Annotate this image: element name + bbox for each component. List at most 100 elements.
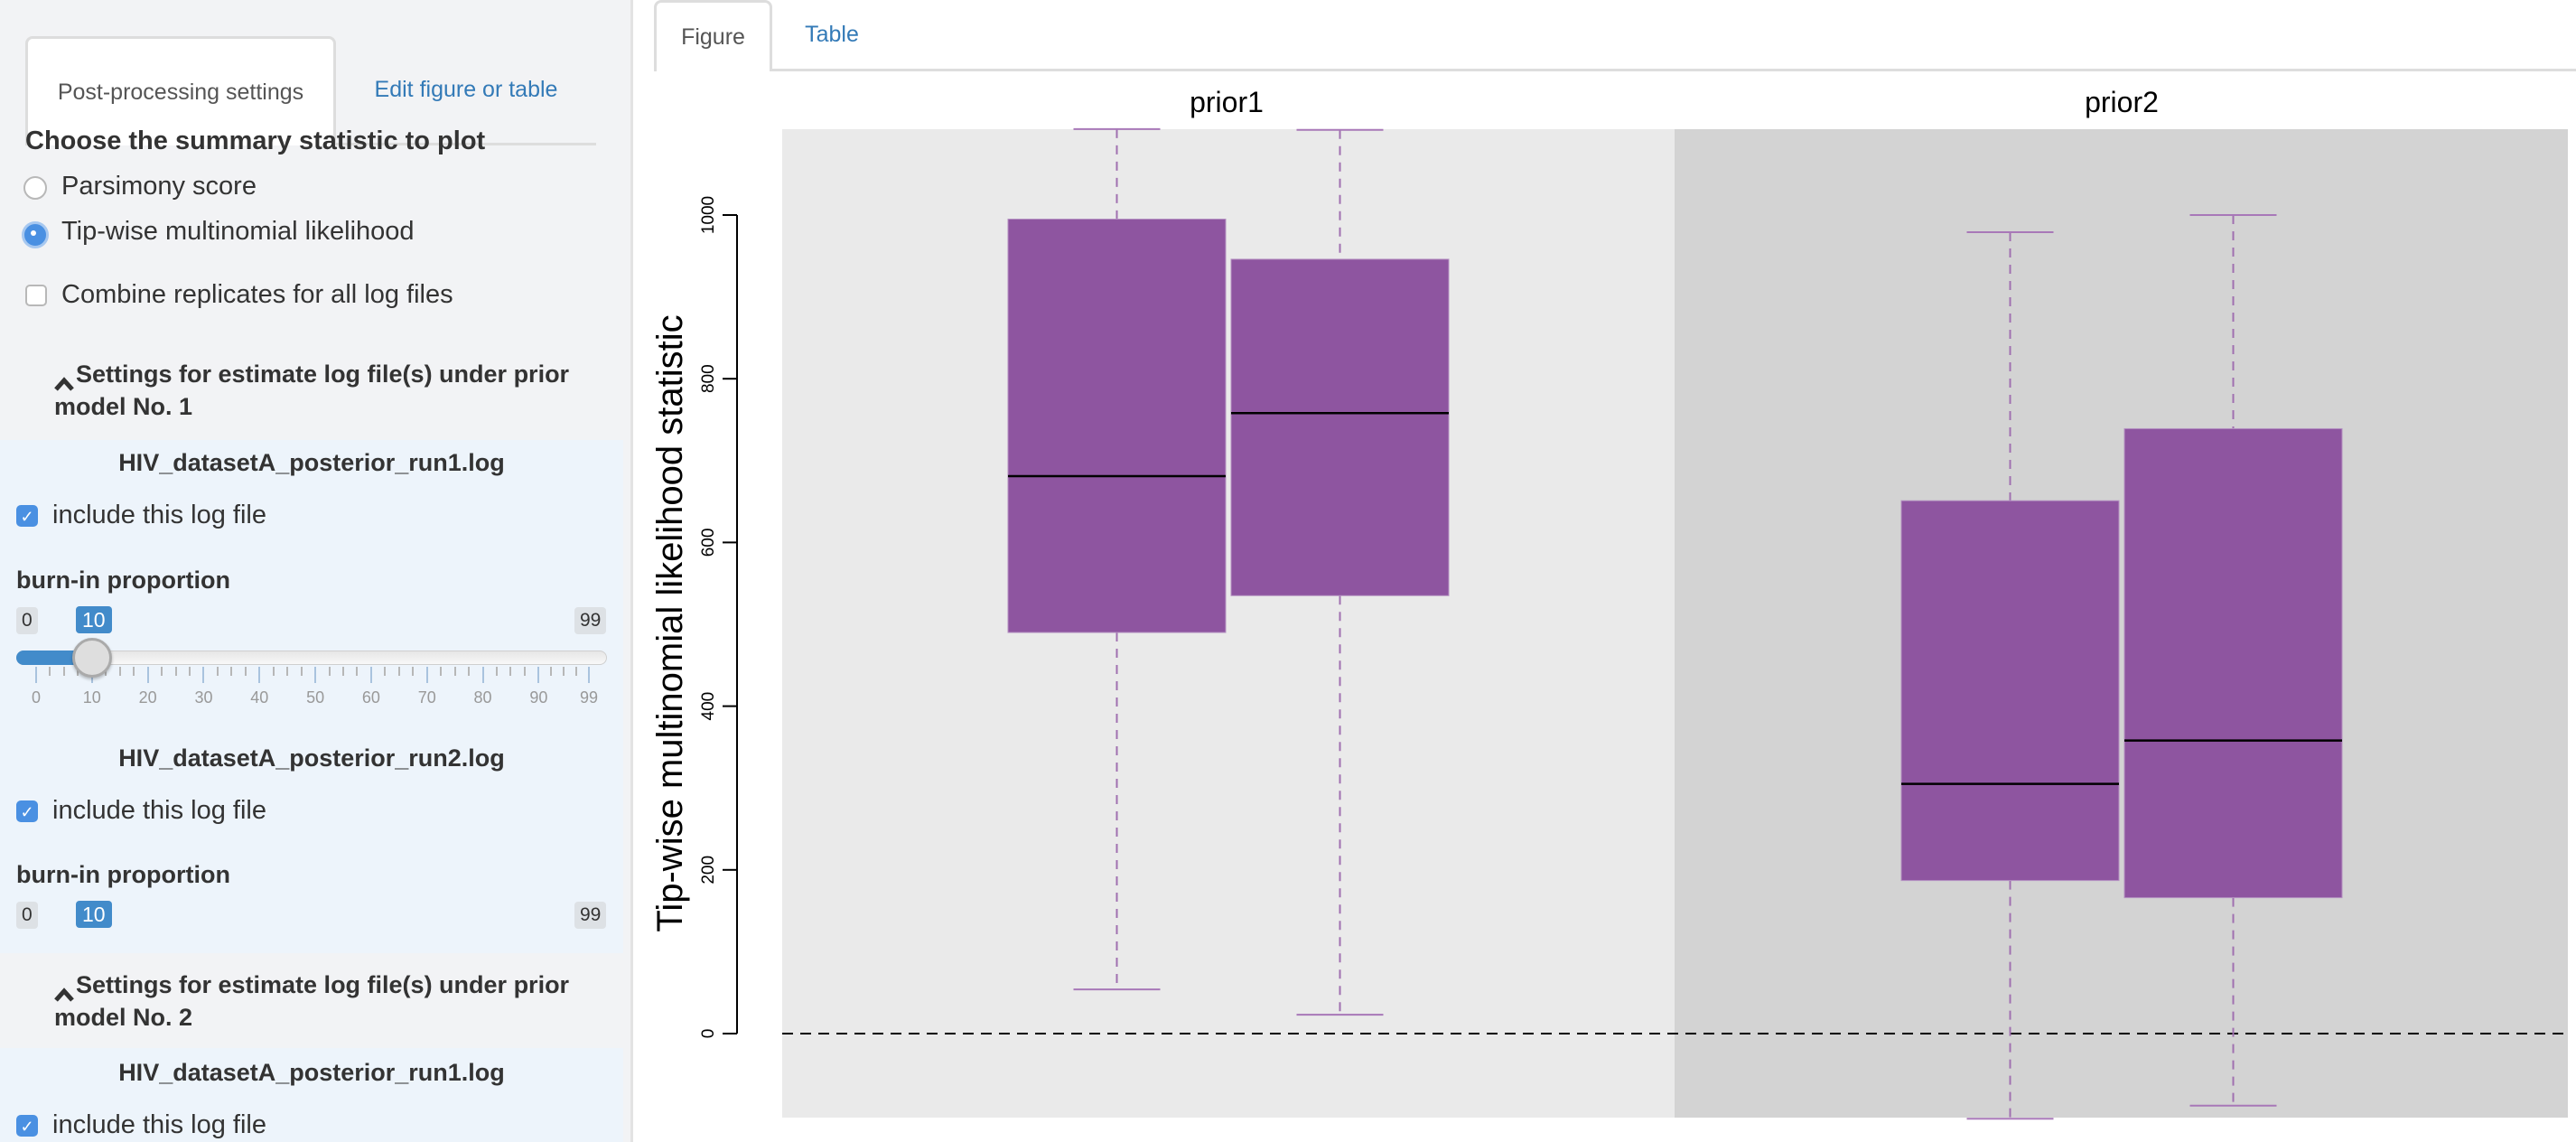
slider-grid-label: 90	[529, 688, 548, 707]
slider-value-label[interactable]: 10	[76, 901, 112, 928]
combine-replicates-checkbox[interactable]	[25, 285, 47, 306]
y-axis-label: Tip-wise multinomial likelihood statisti…	[650, 314, 690, 931]
box-iqr	[1230, 258, 1450, 596]
prior2-header-line1: Settings for estimate log file(s) under …	[76, 971, 570, 998]
slider-grid-label: 30	[194, 688, 213, 707]
slider-grid-label: 50	[306, 688, 325, 707]
slider-grid-minor-tick	[412, 667, 415, 676]
slider-grid-minor-tick	[440, 667, 443, 676]
slider-grid-tick	[481, 667, 484, 683]
slider-grid-minor-tick	[397, 667, 400, 676]
prior2-header-line2: model No. 2	[54, 1004, 193, 1031]
box-iqr	[1007, 219, 1227, 633]
slider-grid-minor-tick	[133, 667, 135, 676]
chevron-up-icon	[54, 368, 74, 391]
slider-grid-label: 0	[31, 688, 42, 707]
slider-grid-minor-tick	[342, 667, 344, 676]
slider-grid-tick	[35, 667, 37, 683]
slider-grid-minor-tick	[216, 667, 219, 676]
slider-grid-label: 10	[82, 688, 101, 707]
y-axis-tick-label: 200	[699, 856, 718, 885]
slider-grid-minor-tick	[496, 667, 498, 676]
log-filename: HIV_datasetA_posterior_run2.log	[118, 744, 505, 772]
y-axis-tick-label: 1000	[699, 196, 718, 234]
panel-background	[1675, 129, 2568, 1118]
slider-grid-tick	[146, 667, 149, 683]
slider-grid-minor-tick	[189, 667, 191, 676]
box-iqr	[2123, 427, 2343, 899]
slider-grid-tick	[314, 667, 317, 683]
y-axis-tick-label: 400	[699, 692, 718, 721]
slider-grid-label: 40	[250, 688, 269, 707]
slider-grid-label: 80	[473, 688, 492, 707]
burn-in-slider-handle[interactable]	[71, 638, 112, 678]
include-log-file-label: include this log file	[52, 796, 266, 825]
slider-grid-tick	[537, 667, 540, 683]
burn-in-label: burn-in proportion	[16, 566, 230, 594]
prior2-section-header[interactable]: Settings for estimate log file(s) under …	[54, 969, 569, 1034]
slider-grid-label: 60	[361, 688, 380, 707]
radio-label-tip-wise-multinomial-likelihood: Tip-wise multinomial likelihood	[61, 217, 415, 246]
slider-grid-minor-tick	[118, 667, 121, 676]
slider-grid-minor-tick	[509, 667, 512, 676]
panel-title: prior1	[1190, 86, 1264, 118]
include-log-file-label: include this log file	[52, 1110, 266, 1139]
slider-grid-minor-tick	[575, 667, 578, 676]
slider-grid-label: 20	[138, 688, 157, 707]
radio-parsimony-score[interactable]	[23, 176, 47, 200]
slider-grid-minor-tick	[230, 667, 233, 676]
slider-grid-minor-tick	[468, 667, 471, 676]
include-log-file-checkbox[interactable]: ✓	[16, 800, 38, 822]
slider-max-label: 99	[574, 902, 607, 929]
slider-grid-minor-tick	[174, 667, 177, 676]
boxplot-chart: prior1 prior2 0 200 400 600 800 1000 Tip-wise mu…	[650, 86, 2568, 1120]
box-iqr	[1900, 500, 2120, 882]
y-axis-tick-label: 600	[699, 529, 718, 557]
slider-grid-minor-tick	[286, 667, 289, 676]
tab-label: Edit figure or table	[374, 76, 558, 102]
y-axis-tick-label: 0	[699, 1029, 718, 1039]
slider-min-label: 0	[16, 902, 38, 929]
sidebar: Post-processing settings Edit figure or …	[0, 0, 633, 1142]
main-panel: Figure Table prior1 prior2 0 200 400 600 800 10…	[633, 0, 2576, 1142]
slider-grid-minor-tick	[300, 667, 303, 676]
prior1-section-header[interactable]: Settings for estimate log file(s) under …	[54, 358, 569, 423]
slider-grid-minor-tick	[272, 667, 275, 676]
include-log-file-label: include this log file	[52, 501, 266, 529]
y-axis-tick-label: 800	[699, 364, 718, 393]
slider-max-label: 99	[574, 607, 607, 634]
radio-label-parsimony-score: Parsimony score	[61, 172, 257, 201]
slider-grid-minor-tick	[244, 667, 247, 676]
slider-grid-tick	[369, 667, 372, 683]
slider-grid-minor-tick	[161, 667, 163, 676]
slider-grid-minor-tick	[356, 667, 359, 676]
tab-label: Post-processing settings	[57, 79, 304, 105]
slider-min-label: 0	[16, 607, 38, 634]
burn-in-label: burn-in proportion	[16, 861, 230, 888]
statistic-heading: Choose the summary statistic to plot	[25, 126, 486, 155]
panel-background	[782, 129, 1675, 1118]
slider-grid-minor-tick	[550, 667, 553, 676]
slider-grid-label: 70	[417, 688, 436, 707]
slider-value-label: 10	[76, 606, 112, 633]
slider-grid-tick	[425, 667, 428, 683]
combine-replicates-label: Combine replicates for all log files	[61, 280, 453, 309]
prior1-header-line1: Settings for estimate log file(s) under …	[76, 360, 570, 388]
panel-title: prior2	[2085, 86, 2159, 118]
slider-grid-tick	[258, 667, 261, 683]
include-log-file-checkbox[interactable]: ✓	[16, 505, 38, 527]
log-filename: HIV_datasetA_posterior_run1.log	[118, 449, 505, 476]
chevron-up-icon	[54, 978, 74, 1002]
log-filename: HIV_datasetA_posterior_run1.log	[118, 1059, 505, 1086]
slider-grid-minor-tick	[328, 667, 331, 676]
slider-grid-minor-tick	[62, 667, 65, 676]
slider-grid-minor-tick	[384, 667, 387, 676]
radio-tip-wise-multinomial-likelihood[interactable]	[22, 221, 49, 248]
slider-grid-minor-tick	[563, 667, 565, 676]
slider-grid-tick	[588, 667, 590, 683]
slider-grid-minor-tick	[49, 667, 51, 676]
include-log-file-checkbox[interactable]: ✓	[16, 1115, 38, 1137]
prior1-header-line2: model No. 1	[54, 393, 193, 420]
slider-grid-label: 99	[579, 688, 599, 707]
slider-grid-minor-tick	[453, 667, 456, 676]
